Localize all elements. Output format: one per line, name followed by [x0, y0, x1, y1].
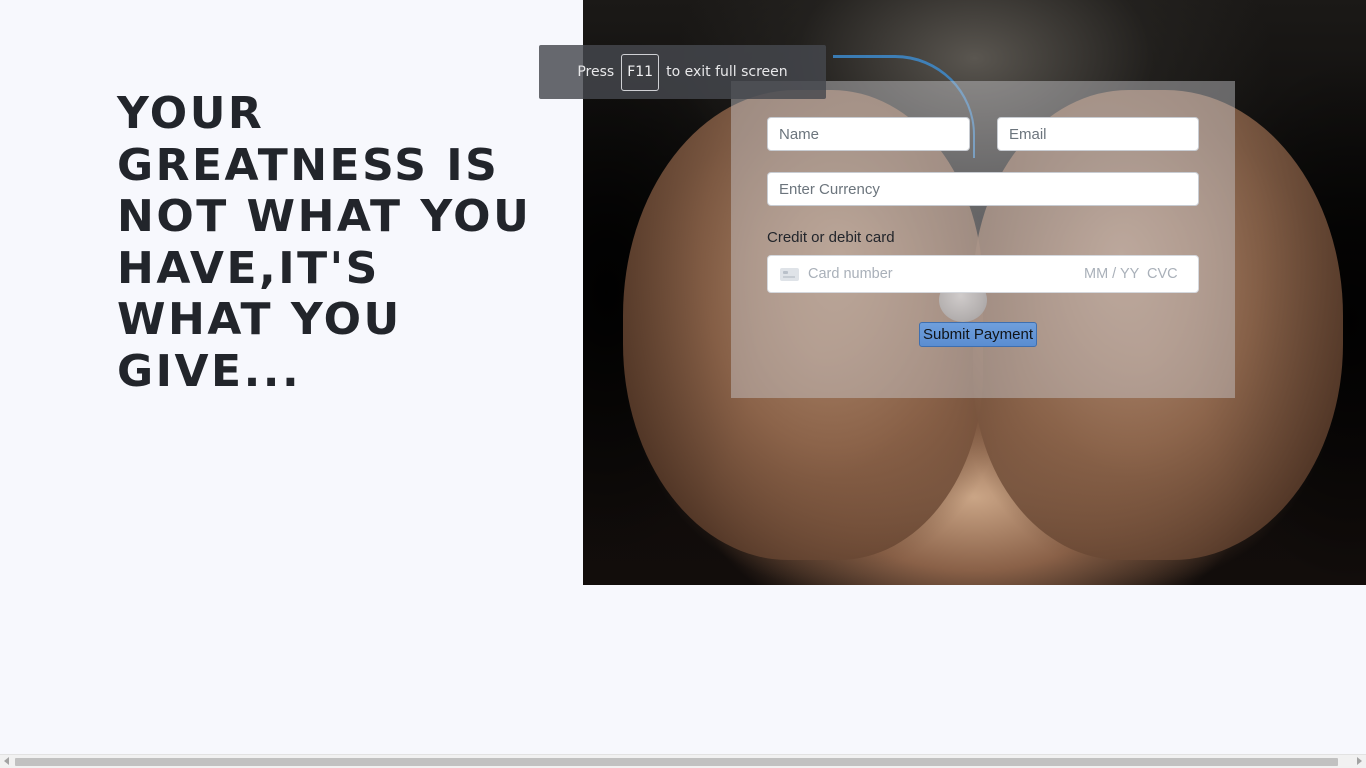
donation-page: YOUR GREATNESS IS NOT WHAT YOU HAVE,IT'S… — [0, 0, 1366, 768]
fullscreen-notice-prefix: Press — [577, 64, 615, 80]
name-input[interactable] — [767, 117, 970, 151]
currency-input[interactable] — [767, 172, 1199, 206]
horizontal-scrollbar[interactable] — [0, 754, 1366, 768]
card-number-placeholder: Card number — [808, 266, 893, 282]
fullscreen-notice-suffix: to exit full screen — [666, 64, 788, 80]
fullscreen-notice: Press F11 to exit full screen — [539, 45, 826, 99]
email-input[interactable] — [997, 117, 1199, 151]
scroll-right-arrow-icon[interactable] — [1357, 757, 1362, 765]
fullscreen-key: F11 — [621, 53, 660, 91]
card-input[interactable]: Card number MM / YY CVC — [767, 255, 1199, 293]
scroll-left-arrow-icon[interactable] — [4, 757, 9, 765]
credit-card-icon — [780, 268, 799, 281]
hero-quote: YOUR GREATNESS IS NOT WHAT YOU HAVE,IT'S… — [117, 88, 532, 397]
donation-form: Credit or debit card Card number MM / YY… — [731, 81, 1235, 398]
horizontal-scrollbar-thumb[interactable] — [15, 758, 1338, 766]
card-label: Credit or debit card — [767, 229, 895, 246]
card-cvc-placeholder: CVC — [1147, 266, 1178, 282]
submit-payment-button[interactable]: Submit Payment — [919, 322, 1037, 347]
card-expiry-placeholder: MM / YY — [1084, 266, 1140, 282]
